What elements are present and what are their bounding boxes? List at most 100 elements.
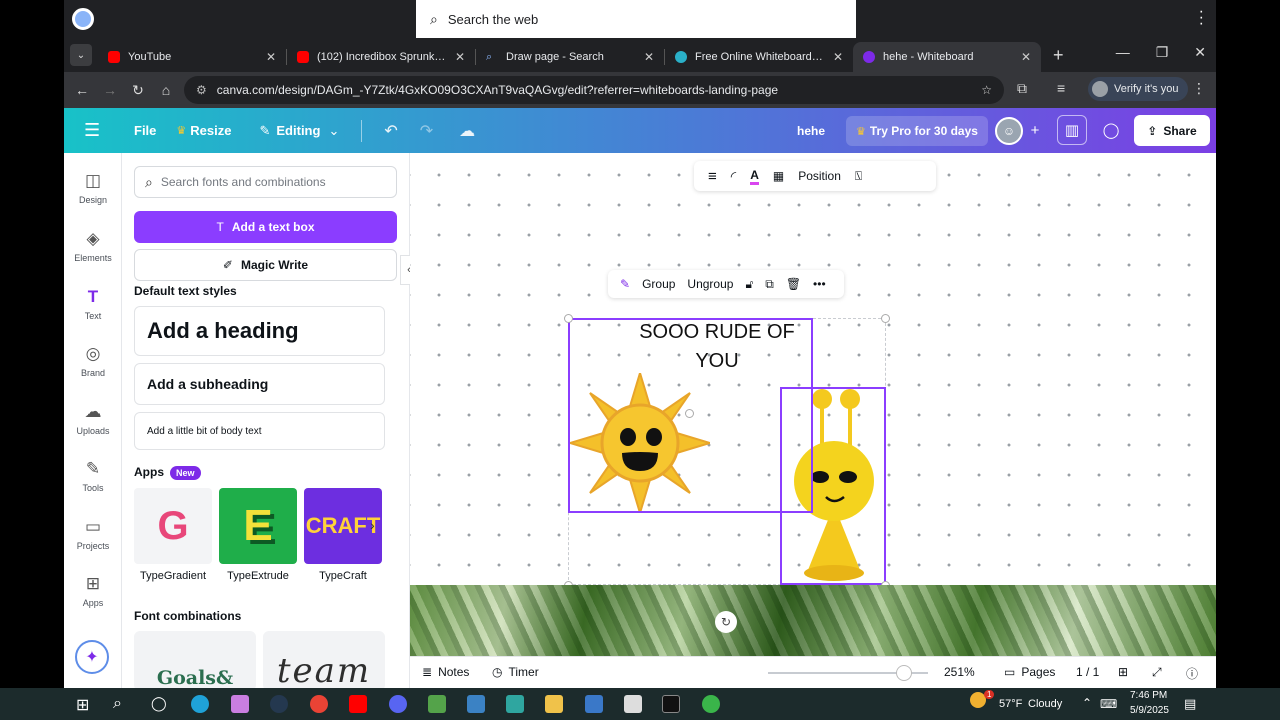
add-collaborator-icon[interactable]: + bbox=[1020, 115, 1050, 145]
reload-icon[interactable]: ↻ bbox=[124, 82, 152, 99]
app-typecraft[interactable]: CRAFT TypeCraft bbox=[304, 488, 382, 582]
windows-start-icon[interactable]: ⊞ bbox=[76, 695, 94, 714]
add-text-box-button[interactable]: T Add a text box bbox=[134, 211, 397, 243]
undo-icon[interactable]: ↶ bbox=[384, 121, 397, 141]
task-view-icon[interactable]: ◯ bbox=[151, 695, 169, 713]
file-explorer-icon[interactable] bbox=[545, 695, 563, 713]
duplicate-icon[interactable]: ⧉ bbox=[765, 277, 774, 292]
help-icon[interactable]: ⓘ bbox=[1186, 665, 1198, 682]
zoom-percentage[interactable]: 251% bbox=[944, 665, 975, 679]
notes-button[interactable]: ≣ Notes bbox=[422, 665, 469, 679]
font-combo-card[interactable]: team bbox=[263, 631, 385, 688]
app-typeextrude[interactable]: E TypeExtrude bbox=[219, 488, 297, 582]
close-tab-icon[interactable]: ✕ bbox=[833, 50, 843, 64]
rail-item-apps[interactable]: ⊞ Apps bbox=[64, 574, 122, 608]
app-icon[interactable] bbox=[428, 695, 446, 713]
rail-item-projects[interactable]: ▭ Projects bbox=[64, 517, 122, 551]
rotate-handle-icon[interactable]: ↻ bbox=[715, 611, 737, 633]
tab-search-dropdown-icon[interactable]: ⌄ bbox=[70, 44, 92, 66]
url-bar[interactable]: ⚙ canva.com/design/DAGm_-Y7Ztk/4GxKO09O3… bbox=[184, 76, 1004, 104]
app-typegradient[interactable]: G TypeGradient bbox=[134, 488, 212, 582]
close-tab-icon[interactable]: ✕ bbox=[455, 50, 465, 64]
more-options-icon[interactable]: ••• bbox=[813, 277, 826, 291]
clock-time[interactable]: 7:46 PM bbox=[1130, 690, 1167, 701]
editing-mode-dropdown[interactable]: ✎ Editing ⌄ bbox=[259, 123, 339, 139]
keyboard-icon[interactable]: ⌨ bbox=[1100, 697, 1117, 711]
kebab-menu-icon[interactable]: · · · bbox=[1199, 4, 1204, 32]
restore-icon[interactable]: ❐ bbox=[1156, 44, 1169, 61]
bookmark-star-icon[interactable]: ☆ bbox=[981, 83, 992, 97]
tray-overflow-icon[interactable]: ⌃ bbox=[1082, 696, 1092, 710]
move-handle-icon[interactable] bbox=[685, 409, 694, 418]
tab-draw-page[interactable]: ⌕ Draw page - Search ✕ bbox=[476, 42, 664, 72]
magic-edit-icon[interactable]: ✎ bbox=[620, 277, 630, 291]
roblox-icon[interactable] bbox=[624, 695, 642, 713]
tab-incredibox[interactable]: (102) Incredibox Sprunki New F ✕ bbox=[287, 42, 475, 72]
search-icon[interactable]: ⌕ bbox=[113, 695, 131, 713]
add-body-text-card[interactable]: Add a little bit of body text bbox=[134, 412, 385, 450]
zoom-slider-handle[interactable] bbox=[896, 665, 912, 681]
rail-item-uploads[interactable]: ☁ Uploads bbox=[64, 402, 122, 436]
transparency-icon[interactable]: ▦ bbox=[773, 169, 784, 183]
discord-icon[interactable] bbox=[389, 695, 407, 713]
weather-temp[interactable]: 57°F bbox=[999, 698, 1022, 710]
youtube-icon[interactable] bbox=[349, 695, 367, 713]
steam-icon[interactable] bbox=[270, 695, 288, 713]
group-button[interactable]: Group bbox=[642, 277, 675, 291]
close-window-icon[interactable]: ✕ bbox=[1194, 44, 1206, 61]
edge-icon[interactable] bbox=[191, 695, 209, 713]
profile-verify-button[interactable]: Verify it's you bbox=[1088, 77, 1189, 101]
grid-view-icon[interactable]: ⊞ bbox=[1118, 665, 1128, 679]
page-counter[interactable]: 1 / 1 bbox=[1076, 665, 1099, 679]
redo-icon[interactable]: ↷ bbox=[420, 121, 433, 141]
timer-button[interactable]: ◷ Timer bbox=[492, 665, 539, 679]
media-controls-icon[interactable]: ≡ bbox=[1057, 80, 1065, 96]
clock-date[interactable]: 5/9/2025 bbox=[1130, 705, 1169, 716]
document-title[interactable]: hehe bbox=[797, 124, 825, 138]
border-style-icon[interactable]: ≡ bbox=[708, 168, 717, 185]
extensions-icon[interactable]: ⧉ bbox=[1017, 80, 1027, 97]
resize-button[interactable]: ♛ Resize bbox=[176, 123, 231, 138]
file-menu[interactable]: File bbox=[134, 123, 156, 138]
text-color-icon[interactable]: A bbox=[750, 168, 759, 185]
resize-handle[interactable] bbox=[881, 314, 890, 323]
browser-menu-icon[interactable]: ⋮ bbox=[1192, 80, 1206, 97]
chevron-right-icon[interactable]: › bbox=[370, 517, 375, 533]
copy-style-icon[interactable]: ⍂ bbox=[855, 169, 862, 184]
tab-whiteboard-landing[interactable]: Free Online Whiteboard for Re ✕ bbox=[665, 42, 853, 72]
rail-item-elements[interactable]: ◈ Elements bbox=[64, 229, 122, 263]
fullscreen-icon[interactable]: ⤢ bbox=[1152, 665, 1162, 680]
notifications-icon[interactable]: ▤ bbox=[1184, 696, 1196, 712]
resize-handle[interactable] bbox=[564, 314, 573, 323]
rail-item-brand[interactable]: ◎ Brand bbox=[64, 344, 122, 378]
app-icon[interactable] bbox=[585, 695, 603, 713]
close-tab-icon[interactable]: ✕ bbox=[266, 50, 276, 64]
font-search-input[interactable]: ⌕ Search fonts and combinations bbox=[134, 166, 397, 198]
app-icon[interactable] bbox=[662, 695, 680, 713]
main-menu-icon[interactable]: ☰ bbox=[84, 120, 114, 141]
back-icon[interactable]: ← bbox=[68, 82, 96, 98]
rail-item-design[interactable]: ◫ Design bbox=[64, 171, 122, 205]
share-button[interactable]: ⇪ Share bbox=[1134, 115, 1210, 146]
add-subheading-card[interactable]: Add a subheading bbox=[134, 363, 385, 405]
user-avatar[interactable]: ☺ bbox=[995, 117, 1023, 145]
magic-sparkle-icon[interactable]: ✦ bbox=[75, 640, 109, 674]
delete-icon[interactable]: 🗑︎ bbox=[786, 277, 801, 291]
home-icon[interactable]: ⌂ bbox=[152, 82, 180, 98]
add-heading-card[interactable]: Add a heading bbox=[134, 306, 385, 356]
corner-rounding-icon[interactable]: ◜ bbox=[731, 168, 736, 185]
app-icon[interactable] bbox=[467, 695, 485, 713]
close-tab-icon[interactable]: ✕ bbox=[1021, 50, 1031, 64]
copilot-icon[interactable] bbox=[231, 695, 249, 713]
new-tab-icon[interactable]: + bbox=[1053, 45, 1064, 66]
app-icon[interactable] bbox=[506, 695, 524, 713]
site-info-icon[interactable]: ⚙ bbox=[196, 83, 207, 97]
lock-icon[interactable]: 🔓︎ bbox=[745, 277, 753, 292]
pages-button[interactable]: ▭ Pages bbox=[1004, 665, 1055, 679]
comments-icon[interactable]: ◯ bbox=[1096, 115, 1126, 145]
canvas-text-element[interactable]: SOOO RUDE OF YOU bbox=[622, 318, 812, 376]
tab-hehe-whiteboard[interactable]: hehe - Whiteboard ✕ bbox=[853, 42, 1041, 72]
chrome-os-logo-icon[interactable] bbox=[72, 8, 94, 30]
tab-youtube[interactable]: YouTube ✕ bbox=[98, 42, 286, 72]
whiteboard-canvas[interactable]: ≡ ◜ A ▦ Position ⍂ ✎ Group Ungroup 🔓︎ ⧉ … bbox=[410, 153, 1216, 590]
